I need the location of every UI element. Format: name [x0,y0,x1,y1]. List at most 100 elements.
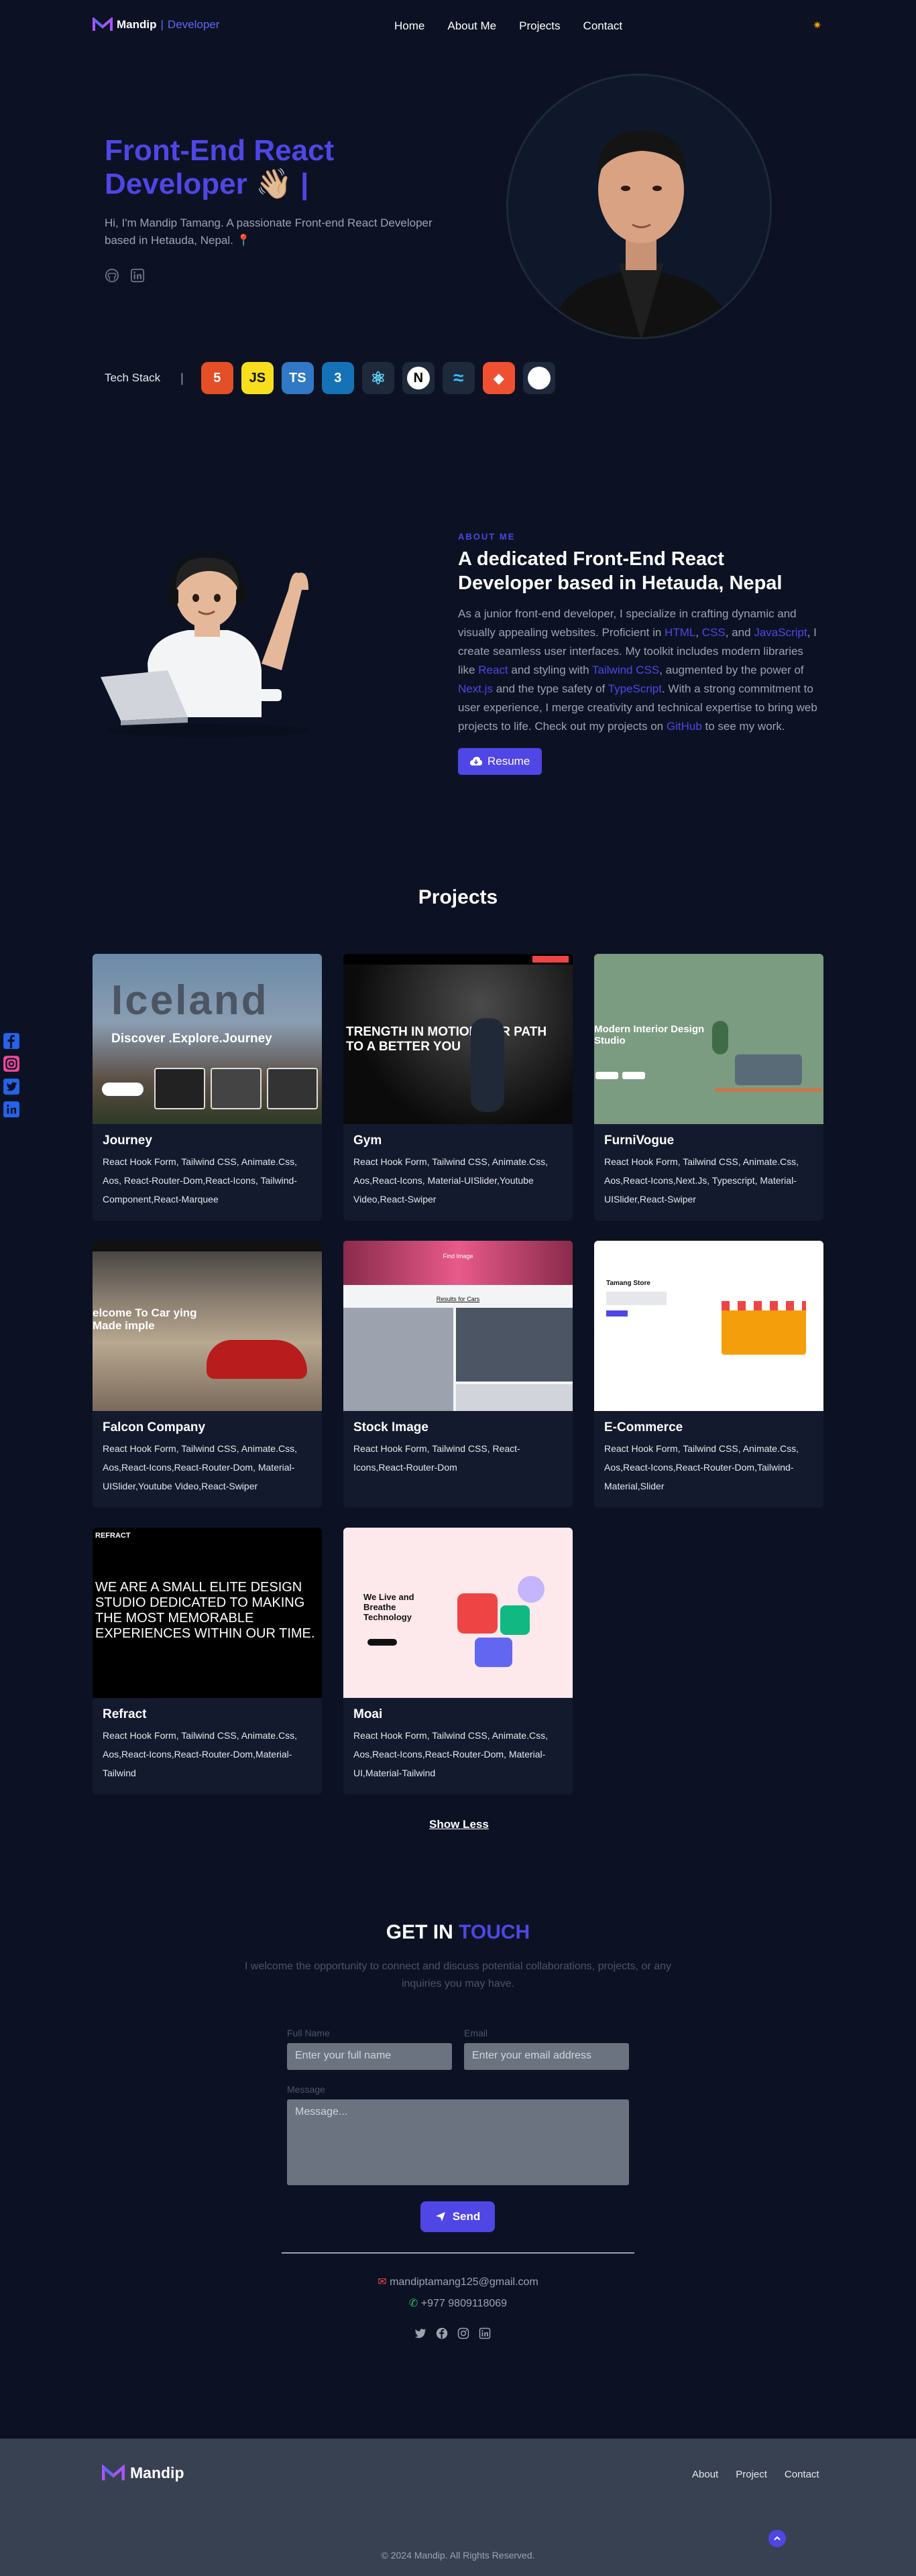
falcon-car [207,1340,307,1379]
nextjs-glyph: N [406,367,430,389]
project-tags: React Hook Form, Tailwind CSS, Animate.C… [103,1730,297,1778]
about-text-5: and styling with [508,664,593,676]
cloud-download-icon [470,757,482,765]
linkedin-icon[interactable] [3,1101,20,1118]
react-icon: ⚛ [361,362,394,394]
twitter-icon[interactable] [3,1078,20,1095]
footer-link-contact[interactable]: Contact [785,2469,819,2480]
project-card-ecommerce[interactable]: Tamang Store E-Commerce React Hook Form,… [594,1241,823,1508]
full-name-label: Full Name [287,2028,330,2038]
project-thumbnail: We Live and Breathe Technology [343,1528,573,1698]
journey-cta-button [102,1083,144,1096]
stock-image-1 [343,1308,453,1411]
resume-button[interactable]: Resume [458,748,542,775]
sun-icon[interactable]: ✷ [813,19,821,32]
github-icon[interactable] [105,268,119,283]
nav-link-home[interactable]: Home [394,19,424,33]
brand-role: Developer [167,18,220,31]
paper-plane-icon [435,2212,445,2221]
project-card-furnivogue[interactable]: Modern Interior Design Studio FurniVogue… [594,954,823,1221]
contact-email[interactable]: ✉ mandiptamang125@gmail.com [0,2275,916,2288]
moai-cube-green [500,1605,530,1635]
moai-hero-text: We Live and Breathe Technology [363,1592,414,1622]
footer-link-about[interactable]: About [692,2469,718,2480]
hero-social-icons [105,268,145,283]
arrow-up-icon [774,2536,781,2540]
profile-photo [508,76,770,337]
project-thumbnail: Find Image Results for Cars [343,1241,573,1411]
project-card-refract[interactable]: REFRACT WE ARE A SMALL ELITE DESIGN STUD… [93,1528,322,1794]
brand-separator: | [160,18,164,31]
m-logo-icon [102,2464,125,2480]
contact-phone[interactable]: ✆ +977 9809118069 [0,2296,916,2310]
github-icon [522,362,555,394]
project-card-journey[interactable]: Iceland Discover .Explore.Journey Journe… [93,954,322,1221]
project-card-falcon[interactable]: elcome To Car ying Made imple Falcon Com… [93,1241,322,1508]
tech-stack: Tech Stack | 5 JS TS 3 ⚛ N ≈ ◆ [105,362,555,394]
facebook-icon[interactable] [436,2327,448,2339]
project-tags: React Hook Form, Tailwind CSS, Animate.C… [604,1156,799,1205]
footer-link-project[interactable]: Project [736,2469,767,2480]
journey-tile-2 [211,1068,262,1109]
nextjs-icon: N [402,362,435,394]
about-github-link[interactable]: GitHub [667,720,702,733]
nav-link-projects[interactable]: Projects [519,19,560,33]
about-title: A dedicated Front-End React Developer ba… [458,548,783,594]
project-card-gym[interactable]: TRENGTH IN MOTION OUR PATH TO A BETTER Y… [343,954,573,1221]
linkedin-icon[interactable] [479,2327,491,2339]
tech-stack-label: Tech Stack [105,371,161,384]
footer-logo[interactable]: Mandip [102,2464,184,2482]
contact-title-a: GET IN [386,1921,453,1943]
contact-divider [282,2252,634,2254]
footer: Mandip About Project Contact © 2024 Mand… [0,2439,916,2576]
project-card-stock-image[interactable]: Find Image Results for Cars Stock Image … [343,1241,573,1508]
projects-title: Projects [418,886,498,908]
contact-phone-text: +977 9809118069 [420,2298,508,2309]
brand-logo[interactable]: Mandip | Developer [93,17,219,32]
project-tags: React Hook Form, Tailwind CSS, Animate.C… [353,1730,548,1778]
project-tags: React Hook Form, Tailwind CSS, Animate.C… [103,1443,297,1491]
github-glyph [527,367,551,389]
css3-icon: 3 [321,362,354,394]
hero-title: Front-End React Developer 👋🏼 | [105,134,334,201]
hero-title-line1: Front-End React [105,134,335,167]
project-thumbnail: Modern Interior Design Studio [594,954,823,1124]
about-react: React [478,664,508,676]
message-textarea[interactable]: Message... [287,2099,629,2185]
moai-cta [367,1639,397,1646]
about-tailwind: Tailwind CSS [592,664,660,676]
tailwind-icon: ≈ [442,362,475,394]
javascript-icon: JS [241,362,274,394]
instagram-icon[interactable] [3,1055,20,1072]
journey-tile-3 [267,1068,318,1109]
scroll-to-top-button[interactable] [768,2530,786,2547]
furnivogue-hero-text: Modern Interior Design Studio [594,1024,705,1046]
project-card-moai[interactable]: We Live and Breathe Technology Moai Reac… [343,1528,573,1794]
full-name-input[interactable]: Enter your full name [287,2043,452,2070]
about-kicker: ABOUT ME [458,532,516,542]
about-text-2: , [695,626,702,639]
footer-links: About Project Contact [692,2469,819,2480]
falcon-hero-text: elcome To Car ying Made imple [93,1306,197,1332]
contact-email-text: mandiptamang125@gmail.com [390,2276,538,2288]
nav-link-about[interactable]: About Me [447,19,496,33]
stock-image-2 [456,1308,573,1382]
email-input[interactable]: Enter your email address [464,2043,629,2070]
show-less-button[interactable]: Show Less [429,1818,489,1831]
project-thumbnail: REFRACT WE ARE A SMALL ELITE DESIGN STUD… [93,1528,322,1698]
contact-title-b: TOUCH [459,1921,530,1943]
project-name: Falcon Company [103,1420,206,1434]
linkedin-icon[interactable] [130,268,145,283]
project-tags: React Hook Form, Tailwind CSS, Animate.C… [604,1443,799,1491]
message-label: Message [287,2084,325,2095]
about-nextjs: Next.js [458,682,493,695]
instagram-icon[interactable] [457,2327,469,2339]
about-section: ABOUT ME A dedicated Front-End React Dev… [458,532,823,775]
facebook-icon[interactable] [3,1032,20,1050]
furnivogue-btn-2 [622,1072,645,1079]
twitter-icon[interactable] [414,2327,426,2339]
nav-link-contact[interactable]: Contact [583,19,623,33]
falcon-navbar [93,1241,322,1251]
send-button[interactable]: Send [420,2201,495,2232]
about-typescript: TypeScript [608,682,662,695]
